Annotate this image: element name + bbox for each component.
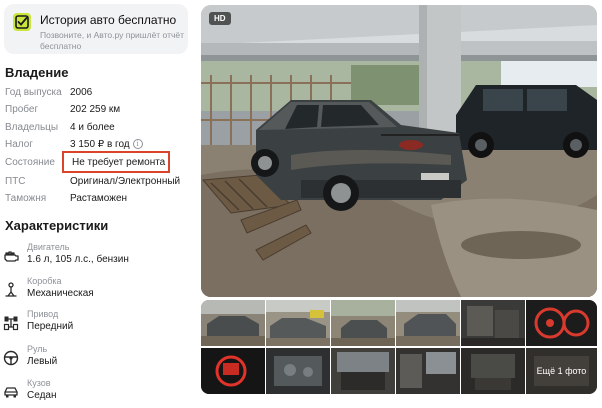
ownership-value: 202 259 км: [70, 104, 121, 115]
char-label: Двигатель: [27, 242, 70, 252]
info-icon[interactable]: i: [132, 139, 143, 149]
char-item-body: Кузов Седан: [3, 378, 193, 408]
check-square-icon: [13, 13, 31, 31]
more-photos-label: Ещё 1 фото: [526, 348, 597, 394]
gallery-thumbnail[interactable]: [461, 300, 525, 346]
gallery-thumbnail[interactable]: [201, 300, 265, 346]
gallery-thumbnail[interactable]: [331, 300, 395, 346]
ownership-label: Владельцы: [5, 122, 59, 133]
steering-wheel-icon: [3, 350, 19, 366]
ownership-value: 2006: [70, 87, 93, 98]
ownership-row-mileage: Пробег 202 259 км: [5, 104, 195, 119]
ownership-row-owners: Владельцы 4 и более: [5, 122, 195, 137]
gallery-thumbnail[interactable]: [201, 348, 265, 394]
hd-badge: HD: [209, 12, 231, 25]
ownership-row-pts: ПТС Оригинал/Электронный: [5, 176, 195, 191]
engine-icon: [4, 251, 19, 262]
gallery-thumbnail[interactable]: [396, 300, 460, 346]
char-label: Коробка: [27, 276, 62, 286]
ownership-title: Владение: [5, 65, 69, 80]
gallery-thumbnail[interactable]: [461, 348, 525, 394]
char-item-gearbox: Коробка Механическая: [3, 276, 193, 306]
tax-value: 3 150 ₽ в год: [70, 139, 130, 150]
char-label: Привод: [27, 309, 59, 319]
ownership-row-year: Год выпуска 2006: [5, 87, 195, 102]
ownership-row-customs: Таможня Растаможен: [5, 193, 195, 208]
char-value: Левый: [27, 356, 58, 367]
flooded-car-scene: [201, 5, 597, 297]
gallery-thumbnail[interactable]: [331, 348, 395, 394]
ownership-label: Таможня: [5, 193, 47, 204]
main-car-photo[interactable]: HD: [201, 5, 597, 297]
history-promo-card[interactable]: История авто бесплатно Позвоните, и Авто…: [4, 4, 188, 54]
ownership-label: Состояние: [5, 157, 55, 168]
gallery-more-photos[interactable]: Ещё 1 фото: [526, 348, 597, 394]
gallery-thumbnail[interactable]: [266, 300, 330, 346]
char-value: Седан: [27, 390, 57, 401]
ownership-value: Растаможен: [70, 193, 128, 204]
ownership-label: ПТС: [5, 176, 26, 187]
ownership-value: 4 и более: [70, 122, 115, 133]
char-value: Механическая: [27, 288, 94, 299]
char-item-engine: Двигатель 1.6 л, 105 л.с., бензин: [3, 242, 193, 272]
ownership-value: Оригинал/Электронный: [70, 176, 181, 187]
char-item-steering: Руль Левый: [3, 344, 193, 374]
promo-title: История авто бесплатно: [40, 13, 177, 27]
promo-subtitle: Позвоните, и Авто.ру пришлёт отчёт беспл…: [40, 30, 185, 51]
gearbox-icon: [5, 282, 17, 297]
gallery-thumbnail[interactable]: [396, 348, 460, 394]
drive-icon: [3, 316, 19, 331]
gallery-thumbnail[interactable]: [526, 300, 597, 346]
char-item-drive: Привод Передний: [3, 309, 193, 339]
ownership-label: Пробег: [5, 104, 39, 115]
char-value: 1.6 л, 105 л.с., бензин: [27, 254, 129, 265]
ownership-label: Год выпуска: [5, 87, 62, 98]
ownership-label: Налог: [5, 139, 33, 150]
characteristics-title: Характеристики: [5, 218, 109, 233]
char-label: Руль: [27, 344, 48, 354]
gallery-thumbnail[interactable]: [266, 348, 330, 394]
car-body-icon: [4, 387, 18, 398]
char-value: Передний: [27, 321, 74, 332]
ownership-value: 3 150 ₽ в год i: [70, 139, 143, 150]
char-label: Кузов: [27, 378, 51, 388]
condition-highlight-frame: [62, 151, 170, 173]
